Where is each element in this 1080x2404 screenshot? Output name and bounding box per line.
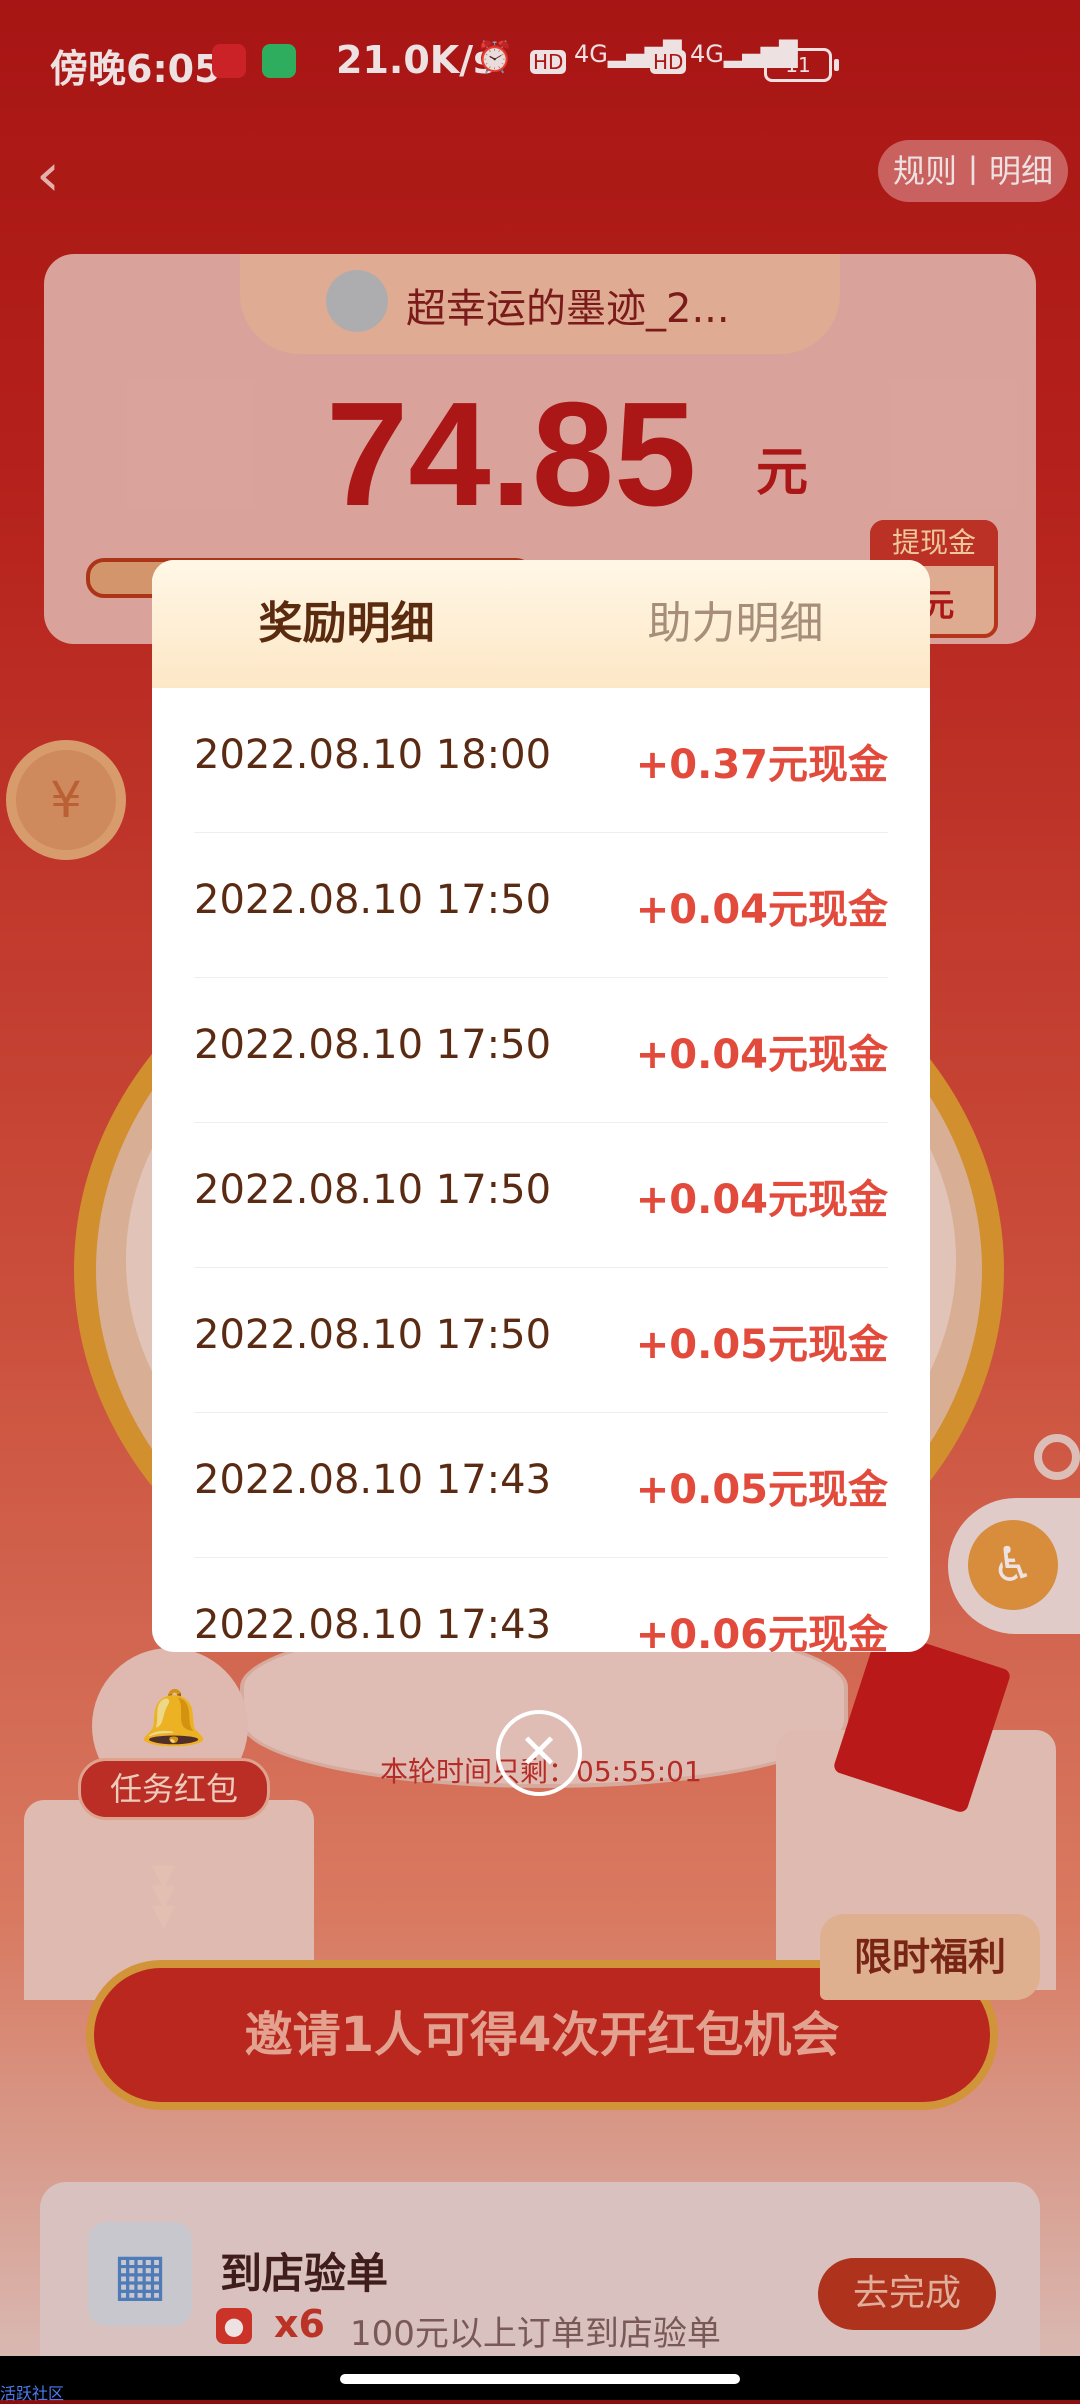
list-item: 2022.08.10 17:43 +0.05元现金: [194, 1413, 888, 1558]
list-item: 2022.08.10 17:50 +0.05元现金: [194, 1268, 888, 1413]
list-item: 2022.08.10 18:00 +0.37元现金: [194, 688, 888, 833]
home-indicator[interactable]: [340, 2374, 740, 2384]
reward-amount: +0.05元现金: [635, 1467, 888, 1513]
tab-reward-detail[interactable]: 奖励明细: [152, 560, 541, 688]
close-icon[interactable]: ✕: [496, 1710, 582, 1796]
reward-amount: +0.05元现金: [635, 1322, 888, 1368]
reward-date: 2022.08.10 17:50: [194, 1312, 552, 1358]
reward-date: 2022.08.10 18:00: [194, 732, 552, 778]
watermark: 活跃社区: [0, 2384, 65, 2403]
list-item: 2022.08.10 17:50 +0.04元现金: [194, 978, 888, 1123]
reward-amount: +0.04元现金: [635, 887, 888, 933]
reward-amount: +0.04元现金: [635, 1032, 888, 1078]
list-item: 2022.08.10 17:50 +0.04元现金: [194, 1123, 888, 1268]
list-item: 2022.08.10 17:43 +0.06元现金: [194, 1558, 888, 1652]
reward-amount: +0.04元现金: [635, 1177, 888, 1223]
reward-date: 2022.08.10 17:50: [194, 877, 552, 923]
reward-amount: +0.37元现金: [635, 742, 888, 788]
reward-date: 2022.08.10 17:50: [194, 1022, 552, 1068]
reward-date: 2022.08.10 17:43: [194, 1457, 552, 1503]
reward-date: 2022.08.10 17:43: [194, 1602, 552, 1648]
tab-assist-detail[interactable]: 助力明细: [541, 560, 930, 688]
reward-amount: +0.06元现金: [635, 1612, 888, 1652]
modal-tabs: 奖励明细 助力明细: [152, 560, 930, 688]
reward-detail-modal: 奖励明细 助力明细 2022.08.10 18:00 +0.37元现金 2022…: [152, 560, 930, 1652]
reward-date: 2022.08.10 17:50: [194, 1167, 552, 1213]
list-item: 2022.08.10 17:50 +0.04元现金: [194, 833, 888, 978]
reward-list[interactable]: 2022.08.10 18:00 +0.37元现金 2022.08.10 17:…: [152, 688, 930, 1652]
